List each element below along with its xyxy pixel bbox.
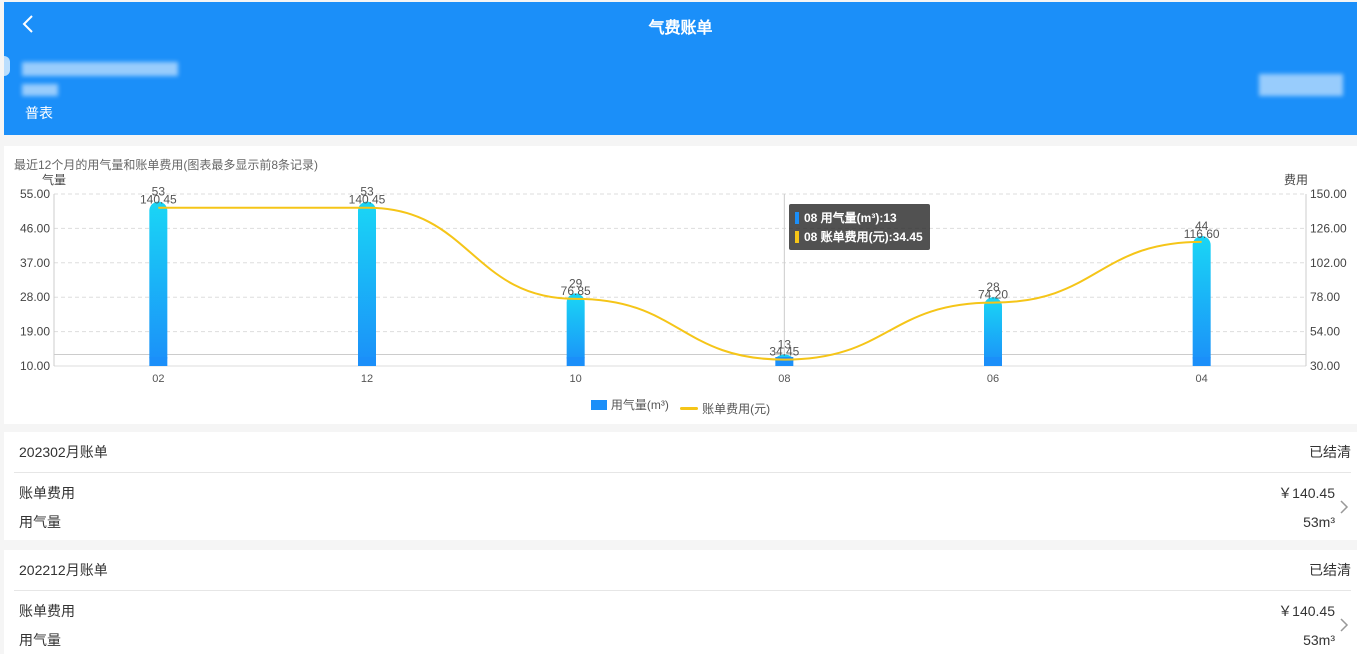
bill-usage-row: 用气量 53m³ [19,507,1335,536]
usage-bar [149,201,168,366]
chevron-right-icon [1340,618,1349,632]
bill-card[interactable]: 202302月账单 已结清 账单费用 ￥140.45 用气量 53m³ [4,432,1357,540]
x-tick-label: 10 [570,373,582,385]
bill-usage-value: 53m³ [1303,631,1335,648]
line-value-label: 140.45 [140,193,177,207]
y-tick-left: 19.00 [20,325,50,339]
bill-fee-row: 账单费用 ￥140.45 [19,478,1335,507]
y-tick-left: 55.00 [20,187,50,201]
y-tick-left: 46.00 [20,221,50,235]
x-tick-label: 08 [778,373,790,385]
legend-usage-label: 用气量(m³) [610,398,669,412]
y-tick-left: 10.00 [20,359,50,373]
bill-header: 202302月账单 已结清 [14,432,1351,473]
usage-bar-base [358,357,376,366]
usage-bar-base [1192,357,1211,366]
y-tick-right: 126.00 [1310,221,1347,235]
line-value-label: 76.85 [561,284,591,298]
usage-bar [358,201,376,366]
fee-series-line [158,206,1202,361]
chart-legend: 用气量(m³) 账单费用(元) [4,396,1357,417]
y-tick-right: 54.00 [1310,325,1340,339]
chart-tooltip: 08 用气量(m³):13 08 账单费用(元):34.45 [789,204,930,250]
y-tick-left: 37.00 [20,256,50,270]
legend-item-usage[interactable]: 用气量(m³) [590,396,669,413]
bill-fee-label: 账单费用 [19,602,75,619]
bill-header: 202212月账单 已结清 [14,550,1351,591]
usage-bar-base [566,357,585,366]
x-tick-label: 02 [152,373,164,385]
legend-fee-label: 账单费用(元) [702,401,771,416]
line-value-label: 140.45 [349,193,386,207]
line-value-label: 116.60 [1184,227,1220,241]
side-drawer-handle[interactable] [4,56,10,76]
bill-fee-value: ￥140.45 [1278,602,1335,619]
legend-line-swatch [680,406,699,410]
y-tick-left: 28.00 [20,290,50,304]
y-axis-left-title: 气量 [42,172,66,187]
tooltip-fee-text: 08 账单费用(元):34.45 [804,230,923,244]
page-title: 气费账单 [648,20,713,37]
line-value-label: 74.20 [978,288,1008,302]
legend-bar-swatch [590,399,607,410]
chevron-right-icon [1340,500,1349,514]
header: 气费账单 普表 [4,2,1357,135]
y-axis-right-title: 费用 [1284,173,1308,187]
bill-usage-label: 用气量 [19,513,61,530]
gas-bill-chart[interactable]: 气量 费用 55.00 150.00 46.00 126.00 37.00 102.00 2… [4,146,1357,424]
usage-bar [1192,236,1211,366]
bill-usage-row: 用气量 53m³ [19,625,1335,654]
bill-usage-label: 用气量 [19,631,61,648]
usage-bar-base [984,357,1002,366]
bill-status: 已结清 [1309,562,1351,578]
bill-status: 已结清 [1309,444,1351,460]
usage-bar [984,297,1002,366]
x-tick-label: 12 [361,373,373,385]
x-tick-label: 06 [987,373,999,385]
bill-fee-label: 账单费用 [19,484,75,501]
bill-month: 202212月账单 [19,562,108,578]
usage-bar [566,293,585,366]
bill-month: 202302月账单 [19,444,108,460]
redacted-account-name [22,62,178,76]
y-tick-right: 30.00 [1310,359,1340,373]
tooltip-fee-swatch [795,230,799,243]
y-tick-right: 150.00 [1310,187,1347,201]
x-tick-label: 04 [1196,373,1208,385]
bill-fee-value: ￥140.45 [1278,484,1335,501]
chart-card: 最近12个月的用气量和账单费用(图表最多显示前8条记录) 气量 费用 55.00… [4,146,1357,424]
legend-item-fee[interactable]: 账单费用(元) [680,400,770,417]
y-tick-right: 102.00 [1310,256,1347,270]
redacted-account-info [1259,74,1343,96]
redacted-account-id [22,84,58,96]
bill-card[interactable]: 202212月账单 已结清 账单费用 ￥140.45 用气量 53m³ [4,550,1357,654]
usage-bar-base [149,357,168,366]
y-tick-right: 78.00 [1310,290,1340,304]
tooltip-usage-swatch [795,211,799,224]
bill-fee-row: 账单费用 ￥140.45 [19,596,1335,625]
tooltip-usage-text: 08 用气量(m³):13 [804,211,897,225]
line-value-label: 34.45 [769,345,799,359]
bill-usage-value: 53m³ [1303,513,1335,530]
meter-type-label: 普表 [25,105,53,121]
